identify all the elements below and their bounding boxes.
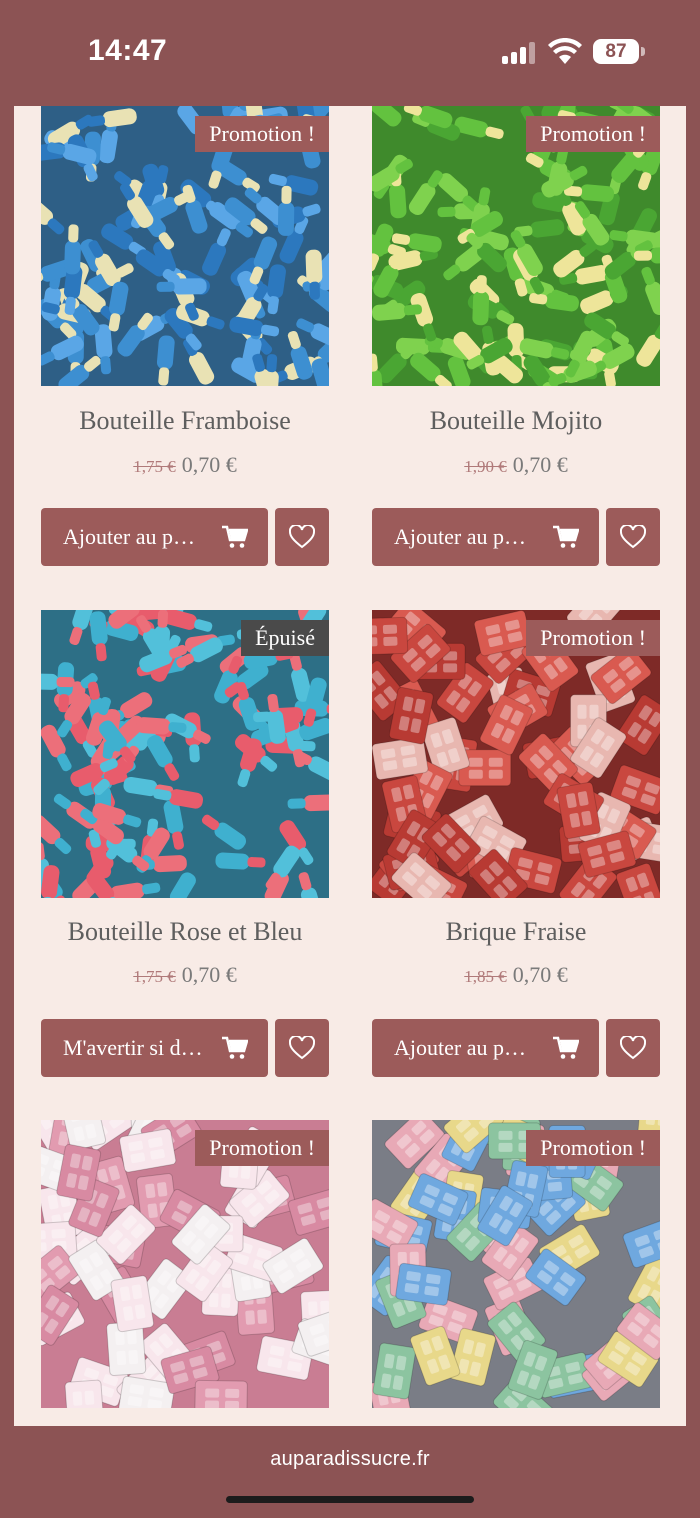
add-to-cart-button[interactable]: Ajouter au p…: [372, 1019, 599, 1077]
product-grid-page: Promotion ! Bouteille Framboise 1,75 € 0,…: [14, 106, 686, 1426]
wishlist-button[interactable]: [606, 508, 660, 566]
battery-nub: [641, 47, 645, 56]
current-price: 0,70 €: [512, 962, 568, 987]
product-image[interactable]: Promotion !: [372, 610, 660, 898]
candy-piece: [395, 1262, 452, 1306]
heart-icon: [289, 1036, 315, 1060]
cellular-signal-icon: [502, 42, 536, 64]
product-price: 1,75 € 0,70 €: [41, 962, 329, 988]
home-indicator[interactable]: [226, 1496, 474, 1503]
status-bar: 14:47 87: [0, 0, 700, 100]
product-price: 1,85 € 0,70 €: [372, 962, 660, 988]
product-title[interactable]: Bouteille Mojito: [352, 406, 680, 436]
heart-icon: [620, 1036, 646, 1060]
add-to-cart-label: Ajouter au p…: [394, 1035, 526, 1060]
cart-icon: [553, 525, 579, 548]
old-price: 1,75 €: [133, 457, 176, 476]
browser-address-bar[interactable]: auparadissucre.fr: [0, 1426, 700, 1518]
old-price: 1,85 €: [464, 967, 507, 986]
product-price: 1,75 € 0,70 €: [41, 452, 329, 478]
cart-icon: [553, 1036, 579, 1059]
promotion-badge: Promotion !: [195, 1130, 329, 1166]
wifi-icon: [548, 38, 582, 64]
battery-indicator: 87: [593, 39, 639, 64]
product-image[interactable]: Promotion !: [372, 1120, 660, 1408]
promotion-badge: Promotion !: [526, 1130, 660, 1166]
product-title[interactable]: Bouteille Rose et Bleu: [21, 917, 349, 947]
add-to-cart-label: Ajouter au p…: [394, 524, 526, 549]
wishlist-button[interactable]: [606, 1019, 660, 1077]
product-title[interactable]: Bouteille Framboise: [21, 406, 349, 436]
candy-piece: [194, 1379, 248, 1408]
notify-when-available-button[interactable]: M'avertir si d…: [41, 1019, 268, 1077]
old-price: 1,75 €: [133, 967, 176, 986]
wishlist-button[interactable]: [275, 508, 329, 566]
wishlist-button[interactable]: [275, 1019, 329, 1077]
add-to-cart-label: Ajouter au p…: [63, 524, 195, 549]
heart-icon: [620, 525, 646, 549]
add-to-cart-button[interactable]: Ajouter au p…: [372, 508, 599, 566]
product-title[interactable]: Brique Fraise: [352, 917, 680, 947]
current-price: 0,70 €: [181, 962, 237, 987]
candy-piece: [372, 616, 409, 656]
promotion-badge: Promotion !: [526, 620, 660, 656]
cart-icon: [222, 1036, 248, 1059]
sold-out-badge: Épuisé: [241, 620, 329, 656]
product-image[interactable]: Promotion !: [41, 1120, 329, 1408]
product-image[interactable]: Promotion !: [41, 106, 329, 394]
status-time: 14:47: [88, 34, 168, 67]
product-price: 1,90 € 0,70 €: [372, 452, 660, 478]
candy-piece: [372, 1342, 417, 1400]
product-image[interactable]: Épuisé: [41, 610, 329, 898]
product-image[interactable]: Promotion !: [372, 106, 660, 394]
current-price: 0,70 €: [181, 452, 237, 477]
current-price: 0,70 €: [512, 452, 568, 477]
promotion-badge: Promotion !: [195, 116, 329, 152]
url-text: auparadissucre.fr: [270, 1448, 430, 1470]
add-to-cart-button[interactable]: Ajouter au p…: [41, 508, 268, 566]
cart-icon: [222, 525, 248, 548]
candy-piece: [110, 1275, 155, 1333]
old-price: 1,90 €: [464, 457, 507, 476]
promotion-badge: Promotion !: [526, 116, 660, 152]
notify-label: M'avertir si d…: [63, 1035, 203, 1060]
heart-icon: [289, 525, 315, 549]
candy-piece: [64, 1379, 105, 1408]
